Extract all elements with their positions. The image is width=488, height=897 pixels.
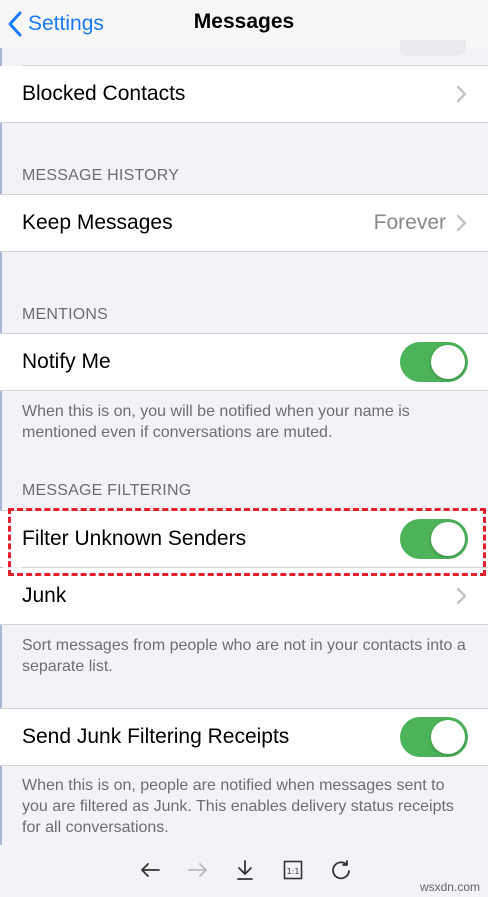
page-title: Messages bbox=[193, 10, 295, 33]
forward-arrow-icon[interactable] bbox=[185, 857, 211, 883]
svg-text:1:1: 1:1 bbox=[287, 867, 300, 876]
blocked-contacts-row[interactable]: Blocked Contacts bbox=[0, 66, 488, 122]
chevron-right-icon bbox=[456, 85, 468, 103]
refresh-icon[interactable] bbox=[328, 857, 354, 883]
row-label: Keep Messages bbox=[22, 211, 173, 234]
back-arrow-icon[interactable] bbox=[137, 857, 163, 883]
notify-me-toggle[interactable] bbox=[400, 342, 468, 382]
actual-size-icon[interactable]: 1:1 bbox=[280, 857, 306, 883]
section-header-filtering: MESSAGE FILTERING bbox=[22, 482, 192, 499]
bottom-toolbar: 1:1 bbox=[0, 845, 488, 897]
junk-row[interactable]: Junk bbox=[0, 568, 488, 624]
group-separator bbox=[0, 122, 488, 123]
partial-toggle bbox=[400, 40, 466, 56]
row-label: Send Junk Filtering Receipts bbox=[22, 725, 290, 748]
filtering-footer: Sort messages from people who are not in… bbox=[22, 637, 466, 675]
row-label: Junk bbox=[22, 584, 67, 607]
group-separator bbox=[0, 765, 488, 766]
toggle-knob bbox=[431, 345, 465, 379]
highlight-box bbox=[8, 508, 486, 576]
section-header-mentions: MENTIONS bbox=[22, 306, 109, 323]
junk-receipts-toggle[interactable] bbox=[400, 717, 468, 757]
junk-receipts-row: Send Junk Filtering Receipts bbox=[0, 709, 488, 765]
group-separator bbox=[0, 251, 488, 252]
chevron-right-icon bbox=[456, 214, 468, 232]
download-icon[interactable] bbox=[232, 857, 258, 883]
row-label: Blocked Contacts bbox=[22, 82, 186, 105]
group-separator bbox=[0, 390, 488, 391]
receipts-footer: When this is on, people are notified whe… bbox=[22, 777, 454, 836]
keep-messages-value: Forever bbox=[373, 211, 446, 234]
group-separator bbox=[0, 624, 488, 625]
notify-me-row: Notify Me bbox=[0, 334, 488, 390]
keep-messages-row[interactable]: Keep Messages Forever bbox=[0, 195, 488, 251]
watermark: wsxdn.com bbox=[419, 880, 480, 894]
section-header-history: MESSAGE HISTORY bbox=[22, 167, 180, 184]
toggle-knob bbox=[431, 720, 465, 754]
row-label: Notify Me bbox=[22, 350, 111, 373]
chevron-right-icon bbox=[456, 587, 468, 605]
mentions-footer: When this is on, you will be notified wh… bbox=[22, 403, 410, 441]
